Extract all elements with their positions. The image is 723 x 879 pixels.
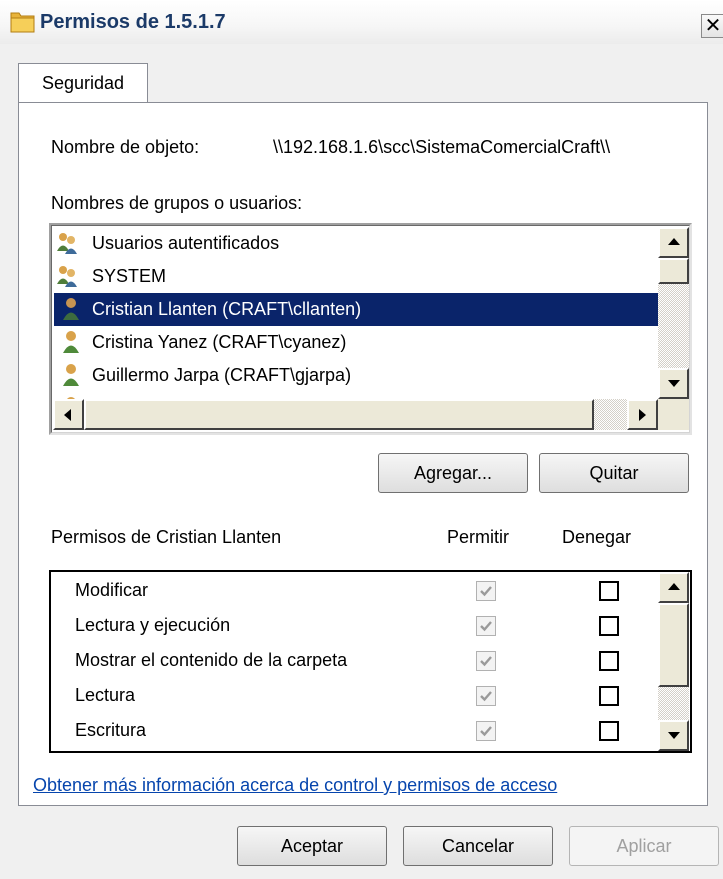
allow-checkbox bbox=[476, 616, 496, 636]
list-item-label: SYSTEM bbox=[92, 266, 167, 286]
permission-label: Lectura bbox=[75, 685, 136, 705]
permissions-scroll-thumb[interactable] bbox=[658, 603, 689, 687]
list-item-label: Usuarios autentificados bbox=[92, 233, 280, 253]
groups-scroll-thumb[interactable] bbox=[658, 258, 689, 284]
list-item[interactable]: Usuarios autentificados bbox=[54, 227, 658, 260]
deny-checkbox[interactable] bbox=[599, 721, 619, 741]
checkmark-icon bbox=[480, 691, 492, 702]
apply-button[interactable]: Aplicar bbox=[569, 826, 719, 866]
scroll-corner bbox=[658, 399, 689, 430]
list-item-selected[interactable]: Cristian Llanten (CRAFT\cllanten) bbox=[54, 293, 658, 326]
groups-label: Nombres de grupos o usuarios: bbox=[51, 193, 303, 213]
arrow-down-icon bbox=[668, 380, 680, 387]
security-panel: Nombre de objeto: \\192.168.1.6\scc\Sist… bbox=[18, 102, 708, 806]
window-title: Permisos de 1.5.1.7 bbox=[40, 11, 226, 33]
deny-checkbox[interactable] bbox=[599, 686, 619, 706]
permissions-listbox[interactable]: Modificar Lectura y ejecución Mostrar el… bbox=[49, 570, 692, 753]
remove-button[interactable]: Quitar bbox=[539, 453, 689, 493]
list-item-label: Cristina Yanez (CRAFT\cyanez) bbox=[92, 332, 347, 352]
object-name-label: Nombre de objeto: bbox=[51, 137, 200, 157]
ok-button[interactable]: Aceptar bbox=[237, 826, 387, 866]
groups-scroll-left-button[interactable] bbox=[53, 399, 84, 430]
allow-column-header: Permitir bbox=[447, 527, 509, 547]
allow-checkbox bbox=[476, 651, 496, 671]
add-button[interactable]: Agregar... bbox=[378, 453, 528, 493]
allow-checkbox bbox=[476, 686, 496, 706]
checkmark-icon bbox=[480, 586, 492, 597]
arrow-right-icon bbox=[639, 409, 646, 421]
tab-seguridad[interactable]: Seguridad bbox=[18, 63, 148, 103]
cancel-button[interactable]: Cancelar bbox=[403, 826, 553, 866]
user-icon bbox=[63, 298, 79, 320]
users-group-icon bbox=[57, 266, 77, 287]
users-group-icon bbox=[57, 233, 77, 254]
allow-checkbox bbox=[476, 581, 496, 601]
groups-listbox[interactable]: Usuarios autentificados SYSTEM Cristian … bbox=[49, 223, 692, 435]
permission-label: Escritura bbox=[75, 720, 147, 740]
groups-hscroll-thumb[interactable] bbox=[84, 399, 594, 430]
list-item[interactable]: Guillermo Jarpa (CRAFT\gjarpa) bbox=[54, 359, 658, 392]
permissions-scroll-track[interactable] bbox=[658, 687, 689, 720]
user-icon bbox=[63, 331, 79, 353]
folder-icon bbox=[10, 12, 35, 33]
list-item-label: Guillermo Jarpa (CRAFT\gjarpa) bbox=[92, 365, 352, 385]
allow-checkbox bbox=[476, 721, 496, 741]
permission-row: Escritura bbox=[75, 714, 146, 747]
permissions-label: Permisos de Cristian Llanten bbox=[51, 527, 282, 547]
permission-label: Mostrar el contenido de la carpeta bbox=[75, 650, 348, 670]
permission-label: Modificar bbox=[75, 580, 149, 600]
permission-row: Mostrar el contenido de la carpeta bbox=[75, 644, 347, 677]
list-item-label: Cristian Llanten (CRAFT\cllanten) bbox=[92, 299, 362, 319]
user-icon bbox=[63, 364, 79, 386]
groups-scroll-down-button[interactable] bbox=[658, 368, 689, 399]
checkmark-icon bbox=[480, 656, 492, 667]
arrow-down-icon bbox=[668, 732, 680, 739]
deny-checkbox[interactable] bbox=[599, 581, 619, 601]
deny-checkbox[interactable] bbox=[599, 651, 619, 671]
permissions-scroll-down-button[interactable] bbox=[658, 720, 689, 751]
deny-checkbox[interactable] bbox=[599, 616, 619, 636]
arrow-left-icon bbox=[64, 409, 71, 421]
checkmark-icon bbox=[480, 621, 492, 632]
groups-scroll-right-button[interactable] bbox=[627, 399, 658, 430]
list-item[interactable]: Cristina Yanez (CRAFT\cyanez) bbox=[54, 326, 658, 359]
permission-label: Lectura y ejecución bbox=[75, 615, 231, 635]
list-item[interactable]: SYSTEM bbox=[54, 260, 658, 293]
checkmark-icon bbox=[480, 726, 492, 737]
permissions-dialog: Permisos de 1.5.1.7 ✕ Seguridad Nombre d… bbox=[0, 0, 723, 879]
permission-row: Lectura bbox=[75, 679, 135, 712]
close-icon: ✕ bbox=[704, 15, 722, 37]
object-name-value: \\192.168.1.6\scc\SistemaComercialCraft\… bbox=[273, 137, 611, 157]
permission-row: Modificar bbox=[75, 574, 148, 607]
arrow-up-icon bbox=[668, 238, 680, 245]
arrow-up-icon bbox=[668, 583, 680, 590]
title-bar[interactable]: Permisos de 1.5.1.7 ✕ bbox=[0, 0, 723, 44]
permission-row: Lectura y ejecución bbox=[75, 609, 230, 642]
access-control-help-link[interactable]: Obtener más información acerca de contro… bbox=[33, 775, 557, 796]
close-button[interactable]: ✕ bbox=[701, 14, 723, 38]
permissions-scroll-up-button[interactable] bbox=[658, 572, 689, 603]
groups-scroll-up-button[interactable] bbox=[658, 227, 689, 258]
deny-column-header: Denegar bbox=[562, 527, 632, 547]
